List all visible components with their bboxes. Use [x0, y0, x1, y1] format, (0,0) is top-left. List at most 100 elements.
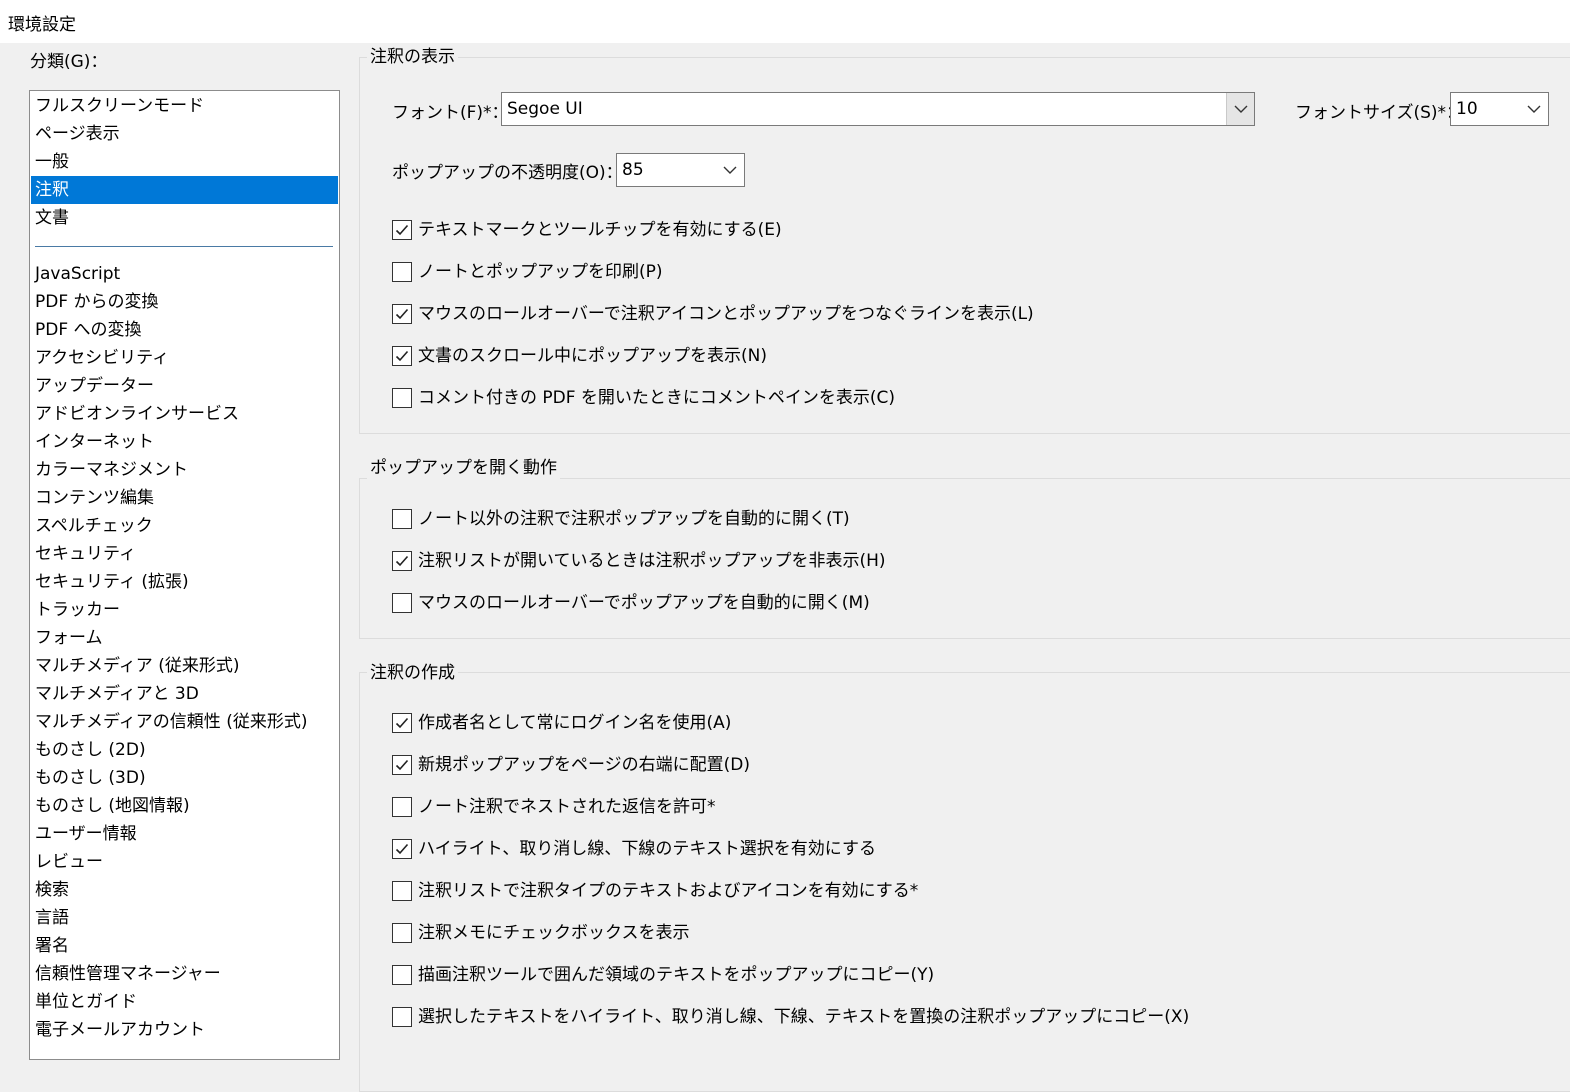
opacity-label: ポップアップの不透明度(O)：	[392, 163, 623, 183]
checkbox[interactable]	[392, 220, 412, 240]
create-option[interactable]: 描画注釈ツールで囲んだ領域のテキストをポップアップにコピー(Y)	[392, 963, 934, 987]
checkbox[interactable]	[392, 388, 412, 408]
checkmark-icon	[395, 350, 409, 362]
category-item[interactable]: ものさし (3D)	[31, 764, 338, 792]
checkbox[interactable]	[392, 304, 412, 324]
category-item[interactable]: ものさし (地図情報)	[31, 792, 338, 820]
category-item[interactable]: コンテンツ編集	[31, 484, 338, 512]
checkmark-icon	[395, 224, 409, 236]
checkbox[interactable]	[392, 713, 412, 733]
popup-option[interactable]: ノート以外の注釈で注釈ポップアップを自動的に開く(T)	[392, 507, 850, 531]
checkbox[interactable]	[392, 551, 412, 571]
font-size-dropdown[interactable]: 10	[1450, 92, 1549, 126]
category-item[interactable]: セキュリティ	[31, 540, 338, 568]
create-option[interactable]: ハイライト、取り消し線、下線のテキスト選択を有効にする	[392, 837, 876, 861]
checkbox-label: 文書のスクロール中にポップアップを表示(N)	[418, 346, 767, 366]
category-item[interactable]: スペルチェック	[31, 512, 338, 540]
checkbox-label: ノートとポップアップを印刷(P)	[418, 262, 663, 282]
checkbox-label: 描画注釈ツールで囲んだ領域のテキストをポップアップにコピー(Y)	[418, 965, 935, 985]
create-option[interactable]: 新規ポップアップをページの右端に配置(D)	[392, 753, 750, 777]
category-item[interactable]: 言語	[31, 904, 338, 932]
font-size-dropdown-value: 10	[1456, 99, 1478, 119]
category-item[interactable]: 電子メールアカウント	[31, 1016, 338, 1044]
category-item[interactable]: レビュー	[31, 848, 338, 876]
display-option[interactable]: マウスのロールオーバーで注釈アイコンとポップアップをつなぐラインを表示(L)	[392, 302, 1034, 326]
opacity-dropdown[interactable]: 85	[616, 153, 745, 187]
category-item[interactable]: セキュリティ (拡張)	[31, 568, 338, 596]
display-option[interactable]: ノートとポップアップを印刷(P)	[392, 260, 663, 284]
checkbox[interactable]	[392, 1007, 412, 1027]
window-title-bar: 環境設定	[0, 0, 1570, 43]
category-item[interactable]: フルスクリーンモード	[31, 92, 338, 120]
checkmark-icon	[395, 759, 409, 771]
category-item[interactable]: カラーマネジメント	[31, 456, 338, 484]
create-option[interactable]: 作成者名として常にログイン名を使用(A)	[392, 711, 731, 735]
font-dropdown-value: Segoe UI	[507, 99, 583, 119]
checkbox[interactable]	[392, 262, 412, 282]
checkbox[interactable]	[392, 755, 412, 775]
category-item[interactable]: マルチメディアの信頼性 (従来形式)	[31, 708, 338, 736]
checkbox-label: テキストマークとツールチップを有効にする(E)	[418, 220, 782, 240]
chevron-down-icon	[1520, 93, 1548, 125]
popup-option[interactable]: マウスのロールオーバーでポップアップを自動的に開く(M)	[392, 591, 870, 615]
category-list[interactable]: フルスクリーンモード ページ表示 一般 注釈 文書 JavaScript PDF からの変換…	[29, 90, 340, 1060]
checkmark-icon	[395, 843, 409, 855]
category-item[interactable]: 信頼性管理マネージャー	[31, 960, 338, 988]
checkbox[interactable]	[392, 509, 412, 529]
category-item[interactable]: 検索	[31, 876, 338, 904]
category-item[interactable]: 一般	[31, 148, 338, 176]
category-item[interactable]: JavaScript	[31, 260, 338, 288]
checkmark-icon	[395, 308, 409, 320]
checkbox-label: 選択したテキストをハイライト、取り消し線、下線、テキストを置換の注釈ポップアップ…	[418, 1007, 1190, 1027]
display-option[interactable]: テキストマークとツールチップを有効にする(E)	[392, 218, 782, 242]
category-label: 分類(G)：	[30, 52, 108, 72]
checkbox[interactable]	[392, 923, 412, 943]
font-size-label: フォントサイズ(S)*：	[1295, 103, 1464, 123]
category-item[interactable]: 署名	[31, 932, 338, 960]
checkbox[interactable]	[392, 346, 412, 366]
checkbox[interactable]	[392, 593, 412, 613]
opacity-dropdown-value: 85	[622, 160, 644, 180]
category-item[interactable]: PDF への変換	[31, 316, 338, 344]
category-item[interactable]: アドビオンラインサービス	[31, 400, 338, 428]
create-option[interactable]: 選択したテキストをハイライト、取り消し線、下線、テキストを置換の注釈ポップアップ…	[392, 1005, 1189, 1029]
display-option[interactable]: コメント付きの PDF を開いたときにコメントペインを表示(C)	[392, 386, 895, 410]
display-option[interactable]: 文書のスクロール中にポップアップを表示(N)	[392, 344, 767, 368]
checkbox[interactable]	[392, 881, 412, 901]
chevron-down-icon	[716, 154, 744, 186]
category-item[interactable]: マルチメディア (従来形式)	[31, 652, 338, 680]
create-option[interactable]: 注釈メモにチェックボックスを表示	[392, 921, 690, 945]
font-label: フォント(F)*：	[392, 103, 509, 123]
create-option[interactable]: ノート注釈でネストされた返信を許可*	[392, 795, 716, 819]
category-item[interactable]: ユーザー情報	[31, 820, 338, 848]
font-dropdown[interactable]: Segoe UI	[501, 92, 1255, 126]
window-title: 環境設定	[8, 15, 76, 35]
category-item[interactable]: アップデーター	[31, 372, 338, 400]
popup-option[interactable]: 注釈リストが開いているときは注釈ポップアップを非表示(H)	[392, 549, 886, 573]
category-item[interactable]: マルチメディアと 3D	[31, 680, 338, 708]
checkbox-label: ハイライト、取り消し線、下線のテキスト選択を有効にする	[418, 839, 876, 859]
category-item[interactable]: 注釈	[31, 176, 338, 204]
category-item[interactable]: 単位とガイド	[31, 988, 338, 1016]
category-item[interactable]: インターネット	[31, 428, 338, 456]
category-item[interactable]: アクセシビリティ	[31, 344, 338, 372]
category-item[interactable]: PDF からの変換	[31, 288, 338, 316]
create-option[interactable]: 注釈リストで注釈タイプのテキストおよびアイコンを有効にする*	[392, 879, 918, 903]
checkbox-label: 注釈リストで注釈タイプのテキストおよびアイコンを有効にする*	[418, 881, 919, 901]
checkbox-label: 作成者名として常にログイン名を使用(A)	[418, 713, 732, 733]
category-item[interactable]: ページ表示	[31, 120, 338, 148]
checkbox-label: 新規ポップアップをページの右端に配置(D)	[418, 755, 751, 775]
category-item[interactable]: フォーム	[31, 624, 338, 652]
category-item[interactable]: ものさし (2D)	[31, 736, 338, 764]
checkbox[interactable]	[392, 839, 412, 859]
checkbox-label: ノート以外の注釈で注釈ポップアップを自動的に開く(T)	[418, 509, 850, 529]
category-item[interactable]: 文書	[31, 204, 338, 232]
checkbox-label: マウスのロールオーバーで注釈アイコンとポップアップをつなぐラインを表示(L)	[418, 304, 1034, 324]
category-separator	[35, 246, 333, 247]
checkbox-label: コメント付きの PDF を開いたときにコメントペインを表示(C)	[418, 388, 896, 408]
display-group-title: 注釈の表示	[367, 46, 458, 68]
category-item[interactable]: トラッカー	[31, 596, 338, 624]
checkbox[interactable]	[392, 965, 412, 985]
chevron-down-icon	[1226, 93, 1254, 125]
checkbox[interactable]	[392, 797, 412, 817]
